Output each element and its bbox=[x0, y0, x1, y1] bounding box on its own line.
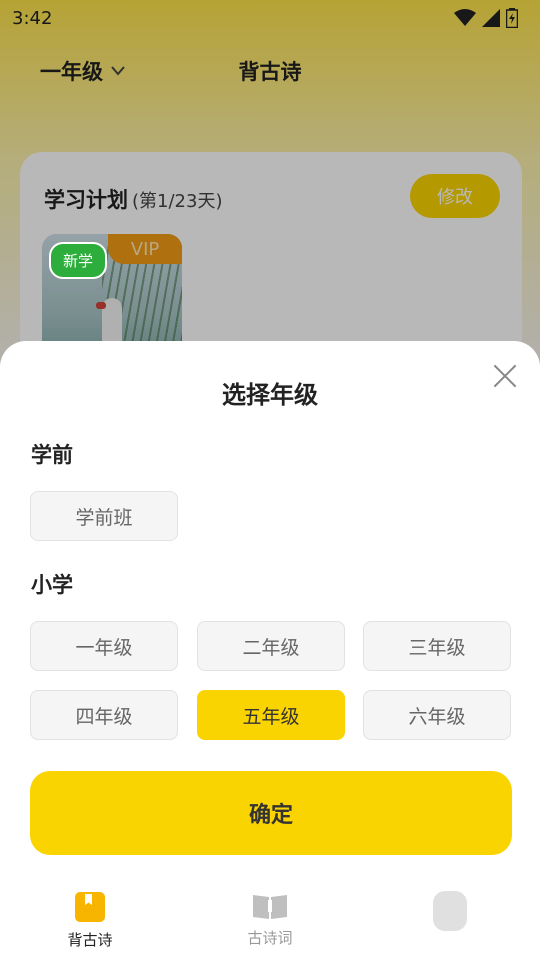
grade-option-preschool[interactable]: 学前班 bbox=[30, 491, 178, 541]
nav-tab-poems[interactable]: 古诗词 bbox=[210, 891, 330, 948]
section-heading-preschool: 学前 bbox=[31, 443, 73, 467]
grade-option-4[interactable]: 四年级 bbox=[30, 690, 178, 740]
bookmark-book-icon bbox=[75, 892, 105, 922]
open-book-icon bbox=[253, 895, 287, 919]
nav-tab-poems-label: 古诗词 bbox=[247, 929, 293, 947]
grade-option-3[interactable]: 三年级 bbox=[363, 621, 511, 671]
close-icon[interactable] bbox=[492, 363, 518, 389]
section-heading-primary: 小学 bbox=[31, 573, 73, 597]
nav-tab-profile[interactable] bbox=[390, 891, 510, 931]
sheet-title: 选择年级 bbox=[222, 381, 318, 409]
grade-option-2[interactable]: 二年级 bbox=[197, 621, 345, 671]
new-badge: 新学 bbox=[49, 242, 108, 279]
nav-tab-recite[interactable]: 背古诗 bbox=[30, 891, 150, 950]
grade-option-1[interactable]: 一年级 bbox=[30, 621, 178, 671]
profile-icon bbox=[433, 891, 467, 931]
grade-option-5[interactable]: 五年级 bbox=[197, 690, 345, 740]
nav-tab-recite-label: 背古诗 bbox=[67, 931, 113, 949]
grade-option-6[interactable]: 六年级 bbox=[363, 690, 511, 740]
grade-picker-sheet: 选择年级 学前 学前班 小学 一年级 二年级 三年级 四年级 五年级 六年级 确… bbox=[0, 341, 540, 960]
confirm-button[interactable]: 确定 bbox=[30, 771, 512, 855]
